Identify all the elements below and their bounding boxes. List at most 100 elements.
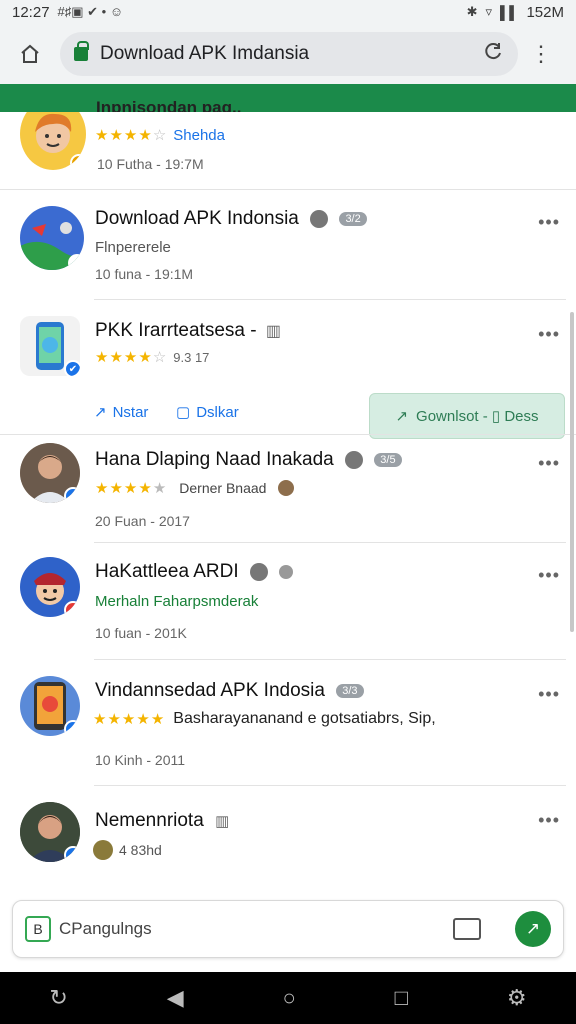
- star-icon: ★: [109, 127, 124, 144]
- list-item[interactable]: ✔ PKK Irarrteatsesa - ▥ ★★★★☆ 9.3 17 •••…: [0, 300, 576, 439]
- app-avatar: ⌂: [20, 206, 84, 270]
- item-rating: ★★★★☆ 9.3 17: [95, 348, 209, 366]
- star-icon: ★: [152, 480, 168, 497]
- page-header-strip: Inpnisondan pag..: [0, 84, 576, 117]
- star-action-link[interactable]: ↗ Nstar: [94, 403, 148, 422]
- item-title: Vindannsedad APK Indosia 3/3: [95, 680, 364, 702]
- home-badge-icon: ⌂: [68, 254, 84, 270]
- battery-level: 152M: [526, 3, 564, 21]
- status-time: 12:27: [12, 3, 50, 21]
- app-meta: 10 Futha - 19:7M: [97, 156, 204, 172]
- recents-nav-icon[interactable]: □: [395, 985, 408, 1011]
- url-text: Download APK Imdansia: [100, 43, 310, 64]
- overflow-menu-icon[interactable]: ⋮: [526, 41, 556, 67]
- scrollbar[interactable]: [570, 312, 574, 632]
- verified-badge-icon: ✔: [64, 846, 80, 862]
- more-options-icon[interactable]: •••: [538, 810, 560, 831]
- verified-badge-icon: ✔: [64, 487, 80, 503]
- featured-app-card[interactable]: ✔ ★★★★☆ Shehda 10 Futha - 19:7M: [0, 112, 576, 190]
- star-icon: ★: [95, 480, 110, 497]
- download-button[interactable]: ↗ Gownlsot - ▯ Dess: [369, 393, 565, 439]
- composer-input[interactable]: CPangulngs: [59, 919, 453, 939]
- item-title: PKK Irarrteatsesa - ▥: [95, 320, 281, 341]
- verified-badge-icon: ✔: [70, 154, 86, 170]
- star-icon: ☆: [152, 127, 168, 144]
- globe-icon: [345, 450, 364, 469]
- home-nav-icon[interactable]: ○: [283, 985, 296, 1011]
- home-icon[interactable]: [10, 34, 50, 74]
- address-bar[interactable]: Download APK Imdansia: [60, 32, 518, 76]
- version-chip: 3/3: [336, 683, 364, 698]
- status-bar: 12:27 #♯▣ ✔ • ☺ ✱ ▿ ▌▌ 152M: [0, 0, 576, 24]
- item-meta: 4 83hd: [119, 842, 162, 858]
- share-icon: ↗: [94, 404, 107, 421]
- star-icon: ★: [123, 480, 139, 497]
- star-icon: ★: [138, 480, 153, 497]
- item-title: Download APK Indonsia 3/2: [95, 208, 367, 230]
- reload-icon[interactable]: [482, 40, 504, 68]
- item-subtitle: Merhaln Faharpsmderak: [95, 593, 259, 610]
- list-item[interactable]: ⌂ Download APK Indonsia 3/2 Flnpererele …: [0, 190, 576, 300]
- wifi-icon: ▿: [485, 4, 493, 19]
- item-rating: ★★★★★ Basharayananand e gotsatiabrs, Sip…: [93, 710, 436, 728]
- user-avatar-icon: [93, 840, 113, 860]
- version-chip: 3/2: [339, 211, 367, 226]
- user-avatar-icon: [278, 480, 295, 496]
- item-title: Hana Dlaping Naad Inakada 3/5: [95, 449, 402, 471]
- browser-toolbar: Download APK Imdansia ⋮: [0, 24, 576, 84]
- system-nav-bar: ↻ ◀ ○ □ ⚙: [0, 972, 576, 1024]
- signal-icon: ▌▌: [500, 4, 519, 20]
- list-item[interactable]: ✔ Vindannsedad APK Indosia 3/3 ★★★★★ Bas…: [0, 660, 576, 785]
- list-item[interactable]: ✔ Nemennriota ▥ 4 83hd •••: [0, 786, 576, 896]
- rating-text: Derner Bnaad: [179, 480, 267, 496]
- globe-icon: [310, 209, 329, 228]
- item-meta: 10 fuan - 201K: [95, 625, 187, 641]
- lock-icon: [74, 41, 89, 61]
- star-icon: ★: [123, 127, 139, 144]
- item-meta: 10 funa - 19:1M: [95, 266, 194, 282]
- more-options-icon[interactable]: •••: [538, 453, 560, 474]
- status-notification-icons: #♯▣ ✔ • ☺: [57, 4, 124, 19]
- star-icon: ★: [136, 711, 151, 728]
- app-avatar: ✔: [20, 112, 86, 170]
- item-meta-row: 4 83hd: [93, 840, 162, 860]
- comment-action-link[interactable]: ▢ Dslkar: [176, 403, 239, 422]
- info-icon: [279, 564, 294, 579]
- verified-badge-icon: ✔: [64, 360, 80, 376]
- compose-icon[interactable]: B: [25, 916, 51, 942]
- star-icon: ★: [107, 711, 122, 728]
- item-subtitle: Flnpererele: [95, 239, 171, 256]
- more-options-icon[interactable]: •••: [538, 565, 560, 586]
- settings-icon[interactable]: ⚙: [507, 985, 527, 1011]
- app-avatar: ✔: [20, 676, 80, 736]
- list-item[interactable]: • HaKattleea ARDI Merhaln Faharpsmderak …: [0, 543, 576, 658]
- star-icon: ★: [93, 711, 108, 728]
- undo-nav-icon[interactable]: ↻: [49, 985, 67, 1011]
- item-title: HaKattleea ARDI: [95, 561, 294, 583]
- list-item[interactable]: ✔ Hana Dlaping Naad Inakada 3/5 ★★★★★ De…: [0, 435, 576, 543]
- more-options-icon[interactable]: •••: [538, 212, 560, 233]
- star-icon: ★: [109, 349, 124, 366]
- app-avatar: ✔: [20, 802, 80, 862]
- star-icon: ☆: [152, 349, 168, 366]
- bottom-composer[interactable]: B CPangulngs ↗: [12, 900, 564, 958]
- star-icon: ★: [95, 127, 110, 144]
- more-options-icon[interactable]: •••: [538, 684, 560, 705]
- bluetooth-icon: ✱: [466, 4, 478, 19]
- star-icon: ★: [123, 349, 139, 366]
- back-nav-icon[interactable]: ◀: [167, 985, 184, 1011]
- rating-label: Shehda: [173, 126, 225, 144]
- image-attach-icon[interactable]: [453, 918, 481, 940]
- version-chip: 3/5: [374, 452, 402, 467]
- rating-text: 9.3 17: [173, 349, 210, 365]
- star-icon: ★: [150, 711, 166, 728]
- item-rating: ★★★★★ Derner Bnaad: [95, 479, 295, 497]
- app-grid-icon: ▥: [265, 323, 281, 340]
- rating-stars: ★★★★☆: [95, 126, 167, 144]
- send-icon[interactable]: ↗: [515, 911, 551, 947]
- globe-icon: [249, 562, 268, 581]
- rating-text: Basharayananand e gotsatiabrs, Sip,: [173, 710, 436, 727]
- app-grid-icon: ▥: [215, 813, 230, 830]
- verified-badge-icon: ✔: [64, 720, 80, 736]
- more-options-icon[interactable]: •••: [538, 324, 560, 345]
